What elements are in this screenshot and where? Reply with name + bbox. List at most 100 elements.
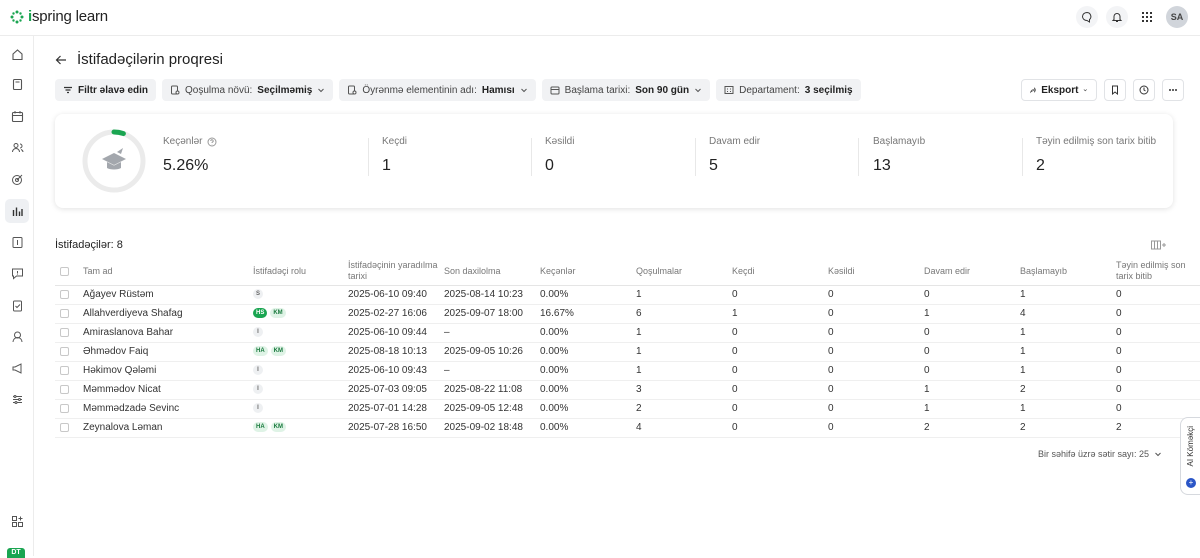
department-icon: [724, 86, 734, 94]
user-name-cell[interactable]: Məmmədzadə Sevinc: [83, 399, 253, 419]
row-checkbox[interactable]: [60, 365, 69, 375]
ai-assistant-tab[interactable]: AI Köməkçi +: [1180, 417, 1200, 495]
clipboard-icon[interactable]: [5, 293, 29, 317]
user-name-cell[interactable]: Əhmədov Faiq: [83, 342, 253, 362]
col-header[interactable]: Keçdi: [732, 258, 828, 286]
col-header[interactable]: Təyin edilmiş son tarix bitib: [1116, 258, 1200, 286]
filter-start-date[interactable]: Başlama tarixi: Son 90 gün: [541, 79, 711, 101]
logo[interactable]: ispring learn: [10, 8, 108, 25]
home-icon[interactable]: [5, 42, 29, 66]
plus-icon: +: [1186, 478, 1196, 488]
coach-icon[interactable]: [5, 324, 29, 348]
table-cell: 1: [732, 304, 828, 324]
col-header[interactable]: Tam ad: [83, 258, 253, 286]
table-cell: 0.00%: [540, 380, 636, 400]
user-name-cell[interactable]: Həkimov Qələmi: [83, 361, 253, 381]
rows-per-page-select[interactable]: Bir səhifə üzrə sətir sayı: 25: [1038, 449, 1162, 459]
col-header[interactable]: Davam edir: [924, 258, 1020, 286]
user-name-cell[interactable]: Allahverdiyeva Shafag: [83, 304, 253, 324]
table-row[interactable]: Həkimov Qələmi I 2025-06-10 09:43–0.00% 1 0 0…: [55, 361, 1200, 381]
schedule-button[interactable]: [1133, 79, 1155, 101]
row-checkbox[interactable]: [60, 308, 69, 318]
table-cell: 0: [828, 285, 924, 305]
learning-item-icon: [348, 85, 357, 95]
target-icon[interactable]: [5, 167, 29, 191]
add-filter-button[interactable]: Filtr əlavə edin: [55, 79, 157, 101]
columns-settings-icon[interactable]: [1151, 240, 1167, 253]
table-cell: 1: [636, 285, 732, 305]
calendar-icon: [550, 86, 560, 95]
col-header[interactable]: İstifadəçi rolu: [253, 258, 348, 286]
table-row[interactable]: Allahverdiyeva Shafag HS KM 2025-02-27 16:0…: [55, 304, 1200, 324]
chat-icon[interactable]: [1076, 6, 1098, 28]
message-icon[interactable]: [5, 261, 29, 285]
bookmark-button[interactable]: [1104, 79, 1126, 101]
col-header[interactable]: İstifadəçinin yaradılma tarixi: [348, 258, 444, 286]
role-badge: I: [253, 327, 263, 338]
table-cell: 0: [732, 361, 828, 381]
back-arrow-icon[interactable]: [55, 54, 67, 66]
role-cell: I: [253, 399, 348, 419]
filter-department[interactable]: Departament: 3 seçilmiş: [716, 79, 861, 101]
table-cell: 0: [828, 418, 924, 438]
avatar[interactable]: SA: [1166, 6, 1188, 28]
row-checkbox[interactable]: [60, 346, 69, 356]
role-badge: HS: [253, 308, 268, 319]
table-cell: 1: [636, 323, 732, 343]
row-checkbox[interactable]: [60, 403, 69, 413]
table-cell: 2025-09-07 18:00: [444, 304, 540, 324]
stat-overdue: Təyin edilmiş son tarix bitib 2: [1036, 136, 1157, 174]
table-row[interactable]: Məmmədov Nicat I 2025-07-03 09:05 2025-08-2…: [55, 380, 1200, 400]
table-row[interactable]: Məmmədzadə Sevinc I 2025-07-01 14:28 2025-0…: [55, 399, 1200, 419]
table-row[interactable]: Amiraslanova Bahar I 2025-06-10 09:44–0.00…: [55, 323, 1200, 343]
export-button[interactable]: Eksport: [1021, 79, 1097, 101]
col-header[interactable]: Kəsildi: [828, 258, 924, 286]
row-checkbox[interactable]: [60, 384, 69, 394]
table-cell: 0: [924, 361, 1020, 381]
table-cell: 0: [1116, 342, 1200, 362]
calendar-icon[interactable]: [5, 104, 29, 128]
filter-enrollment-type[interactable]: Qoşulma növü: Seçilməmiş: [162, 79, 334, 101]
col-header[interactable]: Qoşulmalar: [636, 258, 732, 286]
table-cell: 1: [924, 399, 1020, 419]
user-name-cell[interactable]: Zeynalova Ləman: [83, 418, 253, 438]
table-cell: 3: [636, 380, 732, 400]
table-cell: 0: [732, 323, 828, 343]
user-name-cell[interactable]: Amiraslanova Bahar: [83, 323, 253, 343]
document-icon[interactable]: [5, 230, 29, 254]
sidebar: DT: [0, 36, 34, 558]
row-checkbox[interactable]: [60, 289, 69, 299]
col-header[interactable]: Son daxilolma: [444, 258, 540, 286]
col-header[interactable]: Keçənlər: [540, 258, 636, 286]
role-badge: KM: [270, 308, 286, 319]
table-row[interactable]: Əhmədov Faiq HA KM 2025-08-18 10:13 2025-09-…: [55, 342, 1200, 362]
col-header[interactable]: Başlamayıb: [1020, 258, 1116, 286]
more-button[interactable]: [1162, 79, 1184, 101]
filter-learning-item[interactable]: Öyrənmə elementinin adı: Hamısı: [339, 79, 536, 101]
user-name-cell[interactable]: Məmmədov Nicat: [83, 380, 253, 400]
top-bar: ispring learn SA: [0, 0, 1200, 36]
table-cell: 1: [1020, 285, 1116, 305]
users-icon[interactable]: [5, 135, 29, 159]
reports-icon[interactable]: [5, 199, 29, 223]
org-badge[interactable]: DT: [7, 548, 25, 558]
help-icon[interactable]: [207, 137, 217, 147]
megaphone-icon[interactable]: [5, 356, 29, 380]
table-cell: 0: [1116, 304, 1200, 324]
select-all-checkbox[interactable]: [60, 266, 69, 276]
user-name-cell[interactable]: Ağayev Rüstəm: [83, 285, 253, 305]
table-cell: 1: [1020, 323, 1116, 343]
settings-sliders-icon[interactable]: [5, 387, 29, 411]
table-cell: 0: [1116, 380, 1200, 400]
row-checkbox[interactable]: [60, 327, 69, 337]
role-badge: HA: [253, 422, 268, 433]
table-cell: 0: [732, 285, 828, 305]
row-checkbox[interactable]: [60, 422, 69, 432]
table-row[interactable]: Ağayev Rüstəm S 2025-06-10 09:40 2025-08-14…: [55, 285, 1200, 305]
table-cell: –: [444, 361, 540, 381]
bell-icon[interactable]: [1106, 6, 1128, 28]
table-row[interactable]: Zeynalova Ləman HA KM 2025-07-28 16:50 2025-…: [55, 418, 1200, 438]
widgets-icon[interactable]: [5, 509, 29, 533]
apps-grid-icon[interactable]: [1136, 6, 1158, 28]
book-icon[interactable]: [5, 72, 29, 96]
